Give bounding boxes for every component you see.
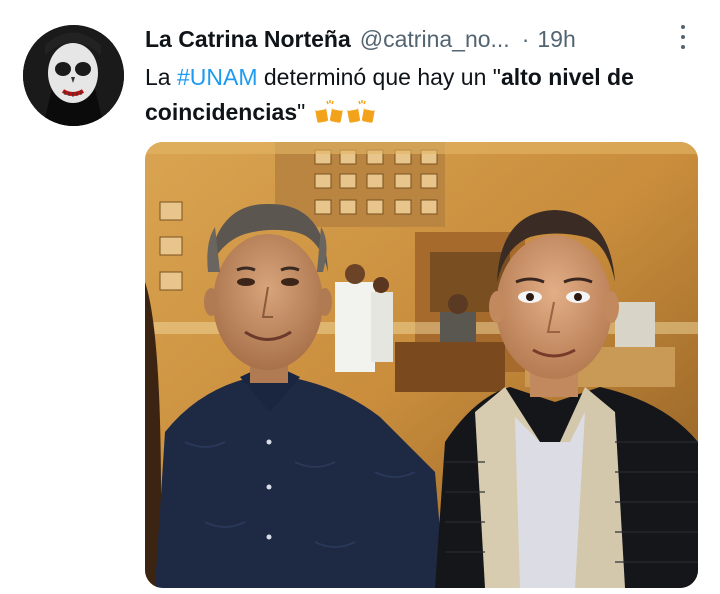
display-name[interactable]: La Catrina Norteña — [145, 26, 351, 53]
more-options-icon[interactable] — [674, 22, 692, 52]
avatar[interactable] — [23, 25, 124, 126]
text-segment: " — [297, 99, 306, 125]
tweet[interactable]: La Catrina Norteña @catrina_no... · 19h … — [0, 0, 720, 594]
catrina-avatar-image — [23, 25, 124, 126]
clinking-beer-mugs-icon — [346, 100, 375, 123]
text-segment: determinó que hay un " — [257, 64, 501, 90]
photo-two-men-restaurant — [145, 142, 698, 588]
tweet-media-photo[interactable] — [145, 142, 698, 588]
tweet-text: La #UNAM determinó que hay un "alto nive… — [145, 60, 705, 130]
separator-dot: · — [521, 25, 530, 52]
hashtag-link[interactable]: #UNAM — [177, 64, 258, 90]
text-segment: La — [145, 64, 177, 90]
user-handle[interactable]: @catrina_no... — [360, 26, 510, 53]
timestamp[interactable]: 19h — [537, 26, 575, 53]
clinking-beer-mugs-icon — [314, 100, 343, 123]
tweet-header: La Catrina Norteña @catrina_no... · 19h — [145, 22, 576, 56]
